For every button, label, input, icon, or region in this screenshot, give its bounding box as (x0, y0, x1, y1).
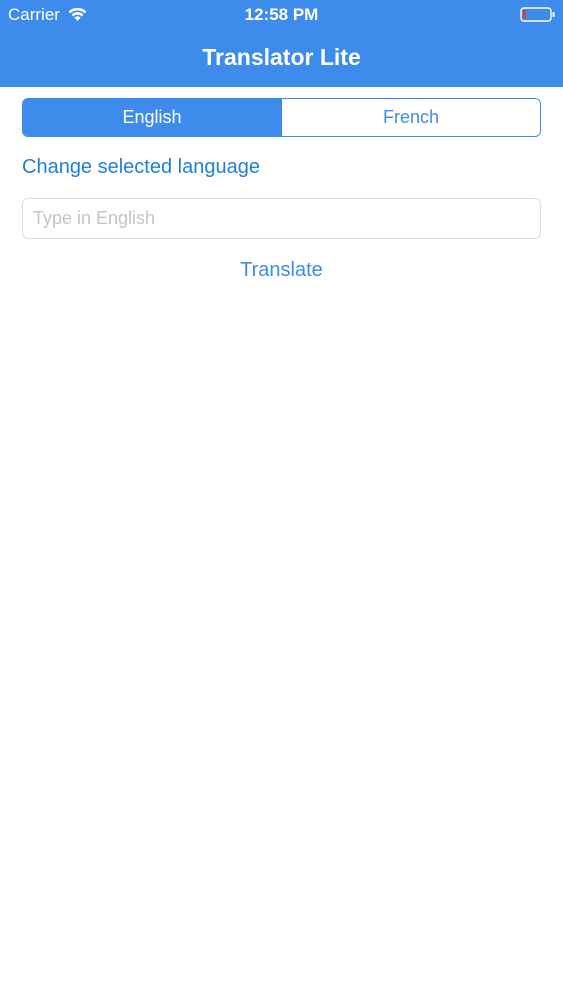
status-bar: Carrier 12:58 PM (0, 0, 563, 30)
page-title: Translator Lite (202, 44, 361, 70)
battery-low-icon (520, 7, 555, 22)
translation-input[interactable] (22, 198, 541, 239)
translate-button[interactable]: Translate (0, 258, 563, 282)
segment-french[interactable]: French (281, 99, 540, 136)
language-segmented-control: English French (22, 98, 541, 137)
status-time: 12:58 PM (244, 5, 319, 24)
segment-english[interactable]: English (23, 99, 281, 136)
top-bar: Carrier 12:58 PM Translator Lite (0, 0, 563, 87)
change-language-button[interactable]: Change selected language (22, 155, 260, 179)
